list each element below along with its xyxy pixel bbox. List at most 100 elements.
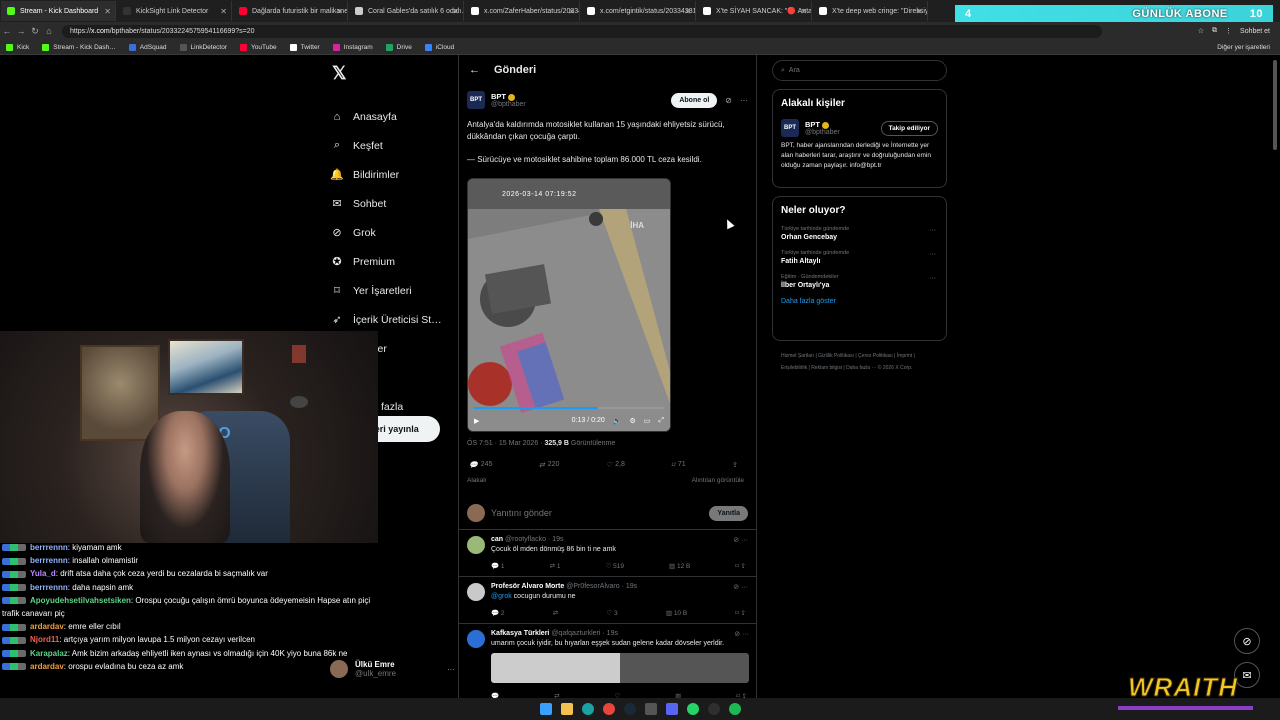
more-dots-icon[interactable]: ··· <box>929 227 936 234</box>
subscribe-button[interactable]: Abone ol <box>671 92 718 108</box>
app-icon[interactable] <box>644 703 657 715</box>
following-button[interactable]: Takip ediliyor <box>880 120 938 136</box>
bookmark-item[interactable]: AdSquad <box>128 43 167 51</box>
browser-tab[interactable]: Dağlarda futuristik bir malikane… ✕ <box>233 1 348 21</box>
obs-icon[interactable] <box>707 703 720 715</box>
chrome-icon[interactable] <box>602 703 615 715</box>
nav-item[interactable]: ✪ Premium <box>330 247 455 276</box>
browser-tab[interactable]: KickSight Link Detector ✕ <box>117 1 232 21</box>
reply-button[interactable]: Yanıtla <box>709 505 748 521</box>
browser-tab[interactable]: x.com/etgintik/status/20334381… ✕ <box>581 1 696 21</box>
show-more-link[interactable]: Daha fazla göster <box>781 298 938 305</box>
close-tab-icon[interactable]: ✕ <box>800 7 807 16</box>
close-tab-icon[interactable]: ✕ <box>220 7 227 16</box>
spotify-icon[interactable] <box>728 703 741 715</box>
related-avatar[interactable]: BPT <box>781 119 799 137</box>
reply-composer[interactable]: Yanıtını gönder Yanıtla <box>459 498 756 530</box>
windows-start-icon[interactable] <box>539 703 552 715</box>
close-tab-icon[interactable]: ✕ <box>916 7 923 16</box>
like-action[interactable]: ♡ 3 <box>606 609 617 617</box>
grok-floating-icon[interactable]: ⊘ <box>1234 628 1260 654</box>
bookmark-item[interactable]: LinkDetector <box>179 43 227 51</box>
related-sort[interactable]: Alakalı <box>467 477 487 484</box>
home-browser-icon[interactable]: ⌂ <box>42 26 56 36</box>
reply-input[interactable]: Yanıtını gönder <box>491 508 552 518</box>
chat-button[interactable]: Sohbet et <box>1240 28 1270 35</box>
browser-tab[interactable]: x.com/ZaferHaber/status/20334… ✕ <box>465 1 580 21</box>
volume-icon[interactable]: 🔈 <box>613 417 622 425</box>
bookmark-item[interactable]: Drive <box>385 43 412 51</box>
reply-post[interactable]: Kafkasya Türkleri @qafqazturkleri · 19s ⊘… <box>459 624 756 707</box>
browser-tab[interactable]: Coral Gables'da satılık 6 odalı… ✕ <box>349 1 464 21</box>
post-time[interactable]: ÖS 7:51 · 15 Mar 2026 · <box>467 440 544 447</box>
steam-icon[interactable] <box>623 703 636 715</box>
nav-item[interactable]: ⊘ Grok <box>330 218 455 247</box>
reload-icon[interactable]: ↻ <box>28 26 42 37</box>
reply-action[interactable]: 💬 245 <box>469 461 492 469</box>
more-dots-icon[interactable]: ··· <box>929 251 936 258</box>
close-tab-icon[interactable]: ✕ <box>104 7 111 16</box>
repost-action[interactable]: ⇄ <box>553 609 558 617</box>
close-tab-icon[interactable]: ✕ <box>684 7 691 16</box>
chat-username[interactable]: berrrennn <box>30 583 68 592</box>
bookmark-item[interactable]: Twitter <box>289 43 320 51</box>
trend-item[interactable]: Türkiye tarihinde gündemde Orhan Gencebay… <box>781 226 938 241</box>
reply-post[interactable]: Profesör Alvaro Morte @Pr0fesorAlvaro · … <box>459 577 756 624</box>
close-tab-icon[interactable]: ✕ <box>568 7 575 16</box>
chat-username[interactable]: Karapalaz <box>30 649 68 658</box>
reply-action[interactable]: 💬 2 <box>491 609 505 617</box>
bookmark-share-icon[interactable]: ⌑ ⇪ <box>735 562 746 570</box>
avatar[interactable] <box>467 535 485 554</box>
footer-links[interactable]: Hizmet Şartları | Gizlilik Politikası | … <box>781 350 941 374</box>
nav-item[interactable]: ⌕ Keşfet <box>330 131 455 160</box>
trend-item[interactable]: Türkiye tarihinde gündemde Fatih Altaylı ·… <box>781 250 938 265</box>
edge-icon[interactable] <box>581 703 594 715</box>
like-action[interactable]: ♡ 2,8 <box>606 461 625 469</box>
x-logo-icon[interactable]: 𝕏 <box>332 63 455 84</box>
more-options-icon[interactable]: ⊘ ··· <box>733 583 748 591</box>
reply-author[interactable]: can <box>491 536 503 543</box>
share-icon[interactable]: ⇪ <box>732 461 738 469</box>
reply-author[interactable]: Profesör Alvaro Morte <box>491 583 564 590</box>
close-tab-icon[interactable]: ✕ <box>452 7 459 16</box>
more-dots-icon[interactable]: ··· <box>929 275 936 282</box>
fullscreen-icon[interactable]: ⤢ <box>658 417 664 425</box>
related-handle[interactable]: @bpthaber <box>805 129 840 136</box>
views-action[interactable]: ▥ 10 B <box>666 609 687 617</box>
reply-post[interactable]: can @rootyflacko · 19s ⊘ ··· Çocuk öl mde… <box>459 530 756 577</box>
url-field[interactable]: https://x.com/bpthaber/status/2033224575… <box>62 24 1102 38</box>
bookmark-item[interactable]: YouTube <box>240 43 277 51</box>
reply-image[interactable] <box>491 652 749 683</box>
file-explorer-icon[interactable] <box>560 703 573 715</box>
other-bookmarks[interactable]: Diğer yer işaretleri <box>1217 44 1280 51</box>
browser-tab[interactable]: X'te SİYAH SANCAK: "🔴 Antaly…✕ <box>697 1 812 21</box>
settings-gear-icon[interactable]: ⚙ <box>629 417 635 425</box>
page-scrollbar[interactable] <box>1273 60 1277 150</box>
bpt-logo[interactable]: BPT <box>467 91 485 109</box>
author-handle[interactable]: @bpthaber <box>491 101 526 108</box>
video-progress-track[interactable] <box>474 406 664 409</box>
menu-dots-icon[interactable]: ⋮ <box>1225 27 1232 35</box>
repost-action[interactable]: ⇄ 1 <box>550 562 561 570</box>
bookmark-item[interactable]: iCloud <box>424 43 454 51</box>
reply-action[interactable]: 💬 1 <box>491 562 505 570</box>
grok-action-icon[interactable]: ⊘ <box>725 96 732 105</box>
bookmark-item[interactable]: Kick <box>6 43 29 51</box>
star-icon[interactable]: ☆ <box>1198 27 1204 35</box>
bookmark-action[interactable]: ⌑ 71 <box>671 461 685 469</box>
nav-item[interactable]: ➶ İçerik Üreticisi St… <box>330 305 455 334</box>
forward-icon[interactable]: → <box>14 26 28 36</box>
chat-username[interactable]: ardardav <box>30 662 64 671</box>
search-input[interactable]: ⌕ Ara <box>772 60 947 81</box>
chat-username[interactable]: Apoyudehsetilvahsetsiken <box>30 596 131 605</box>
more-options-icon[interactable]: ⊘ ··· <box>734 630 749 638</box>
close-tab-icon[interactable]: ✕ <box>336 7 343 16</box>
nav-item[interactable]: ⌑ Yer İşaretleri <box>330 276 455 305</box>
discord-icon[interactable] <box>665 703 678 715</box>
more-options-icon[interactable]: ··· <box>740 96 748 105</box>
chat-username[interactable]: Yula_d <box>30 569 56 578</box>
more-dots-icon[interactable]: ··· <box>447 665 455 674</box>
nav-item[interactable]: ⌂ Anasayfa <box>330 102 455 131</box>
nav-item[interactable]: 🔔 Bildirimler <box>330 160 455 189</box>
avatar[interactable] <box>467 629 485 648</box>
